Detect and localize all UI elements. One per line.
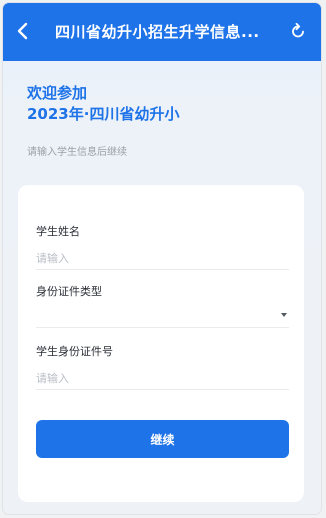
id-number-label: 学生身份证件号 <box>36 345 113 358</box>
id-type-field: 身份证件类型 <box>36 283 289 328</box>
student-name-label: 学生姓名 <box>36 225 80 238</box>
app-screen: 四川省幼升小招生升学信息... 欢迎参加 2023年·四川省幼升小 请输入学生信… <box>3 3 321 514</box>
top-nav-bar: 四川省幼升小招生升学信息... <box>3 3 321 61</box>
id-type-select[interactable] <box>36 307 289 327</box>
student-name-input[interactable] <box>36 248 289 269</box>
id-type-label: 身份证件类型 <box>36 285 102 298</box>
instruction-text: 请输入学生信息后继续 <box>27 147 127 158</box>
refresh-button[interactable] <box>285 18 311 44</box>
id-number-input[interactable] <box>36 368 289 389</box>
id-number-field: 学生身份证件号 <box>36 343 289 390</box>
chevron-left-icon <box>17 22 28 40</box>
form-card: 学生姓名 身份证件类型 学生身份证件号 继续 <box>18 185 304 502</box>
welcome-heading: 欢迎参加 2023年·四川省幼升小 <box>27 83 179 125</box>
refresh-icon <box>292 23 304 38</box>
back-button[interactable] <box>9 17 37 45</box>
welcome-line-2: 2023年·四川省幼升小 <box>27 105 180 123</box>
continue-button[interactable]: 继续 <box>36 420 289 458</box>
student-name-field: 学生姓名 <box>36 223 289 270</box>
dropdown-caret-icon <box>281 313 287 317</box>
page-title: 四川省幼升小招生升学信息... <box>55 23 260 41</box>
welcome-line-1: 欢迎参加 <box>27 84 88 102</box>
